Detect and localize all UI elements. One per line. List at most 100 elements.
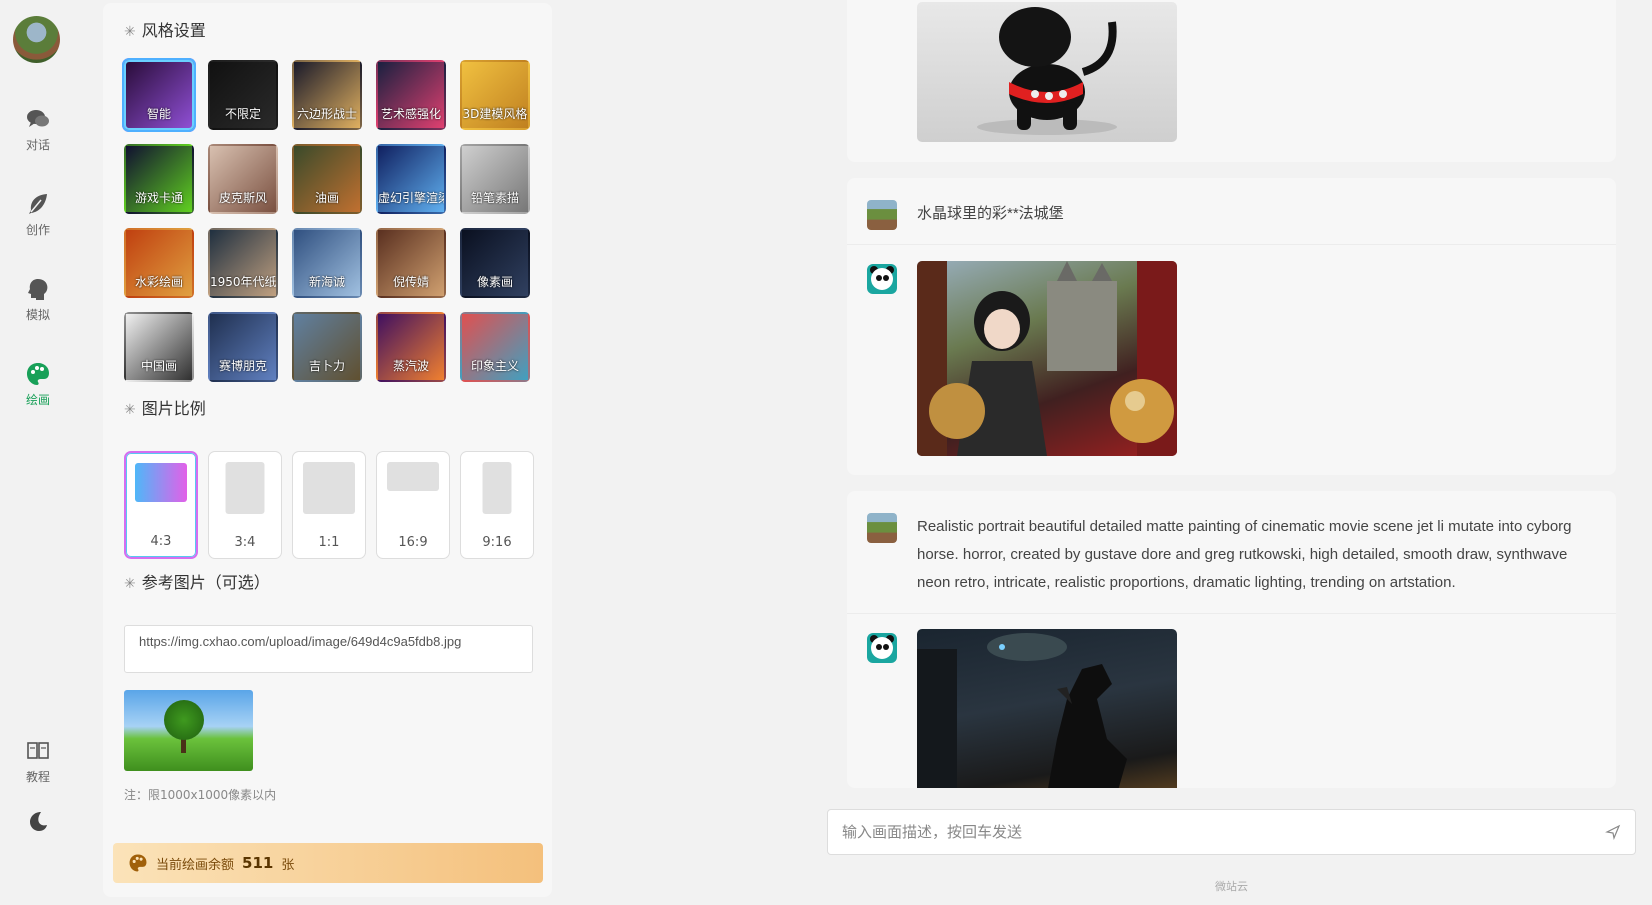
style-grid: 智能 不限定 六边形战士 艺术感强化 3D建模风格游戏卡通 皮克斯风 油画 虚幻引擎渲染 铅笔素…: [124, 60, 544, 382]
balance-unit: 张: [281, 857, 295, 873]
style-option-label: 像素画: [476, 275, 513, 289]
theme-toggle[interactable]: [0, 808, 76, 838]
asterisk-icon: ✳: [124, 402, 136, 418]
balance-label: 当前绘画余额: [156, 857, 235, 873]
nav-item-create[interactable]: 创作: [0, 191, 76, 238]
style-option[interactable]: 像素画: [460, 228, 530, 298]
style-option-label: 新海诚: [308, 275, 345, 289]
side-nav: 对话 创作 模拟 绘画 教程: [0, 0, 76, 905]
style-option-label: 3D建模风格: [462, 107, 528, 121]
style-option[interactable]: 智能: [124, 60, 194, 130]
ratio-label: 1:1: [318, 535, 340, 550]
ratio-option-16-9[interactable]: 16:9: [376, 451, 450, 559]
footer-brand: 微站云: [1215, 880, 1248, 893]
ratio-shape: [482, 462, 512, 514]
nav-item-tutorial[interactable]: 教程: [0, 738, 76, 785]
asterisk-icon: ✳: [124, 24, 136, 40]
nav-item-simulate[interactable]: 模拟: [0, 276, 76, 323]
style-option[interactable]: 虚幻引擎渲染: [376, 144, 446, 214]
book-icon: [27, 742, 49, 759]
head-icon: [28, 279, 48, 300]
balance-bar: 当前绘画余额 511 张: [113, 843, 543, 883]
bot-avatar: [867, 633, 897, 663]
ratio-shape: [387, 462, 439, 491]
style-option[interactable]: 吉卜力: [292, 312, 362, 382]
style-option-label: 游戏卡通: [134, 191, 183, 205]
style-option-label: 智能: [146, 107, 171, 121]
nav-item-draw[interactable]: 绘画: [0, 361, 76, 408]
user-message: 水晶球里的彩**法城堡: [917, 205, 1064, 222]
style-option-label: 水彩绘画: [134, 275, 183, 289]
style-option[interactable]: 铅笔素描: [460, 144, 530, 214]
style-option[interactable]: 1950年代纸艺: [208, 228, 278, 298]
feather-icon: [29, 194, 47, 214]
nav-item-chat[interactable]: 对话: [0, 106, 76, 153]
generated-image[interactable]: [917, 2, 1177, 142]
style-option[interactable]: 印象主义: [460, 312, 530, 382]
cyborg-horse-image: [917, 633, 1127, 788]
style-option[interactable]: 游戏卡通: [124, 144, 194, 214]
bot-avatar: [867, 264, 897, 294]
ratio-option-3-4[interactable]: 3:4: [208, 451, 282, 559]
style-option-label: 印象主义: [470, 359, 519, 373]
generated-image[interactable]: [917, 261, 1177, 456]
style-option-label: 蒸汽波: [392, 359, 429, 373]
divider: [847, 613, 1616, 614]
style-option[interactable]: 新海诚: [292, 228, 362, 298]
size-note: 注：限1000x1000像素以内: [124, 788, 277, 802]
avatar[interactable]: [13, 16, 60, 63]
chat-card: 水晶球里的彩**法城堡: [847, 178, 1616, 475]
ratio-shape: [303, 462, 355, 514]
divider: [847, 244, 1616, 245]
ratio-label: 3:4: [234, 535, 256, 550]
reference-url-field[interactable]: https://img.cxhao.com/upload/image/649d4…: [124, 625, 533, 673]
user-avatar: [867, 513, 897, 543]
style-option[interactable]: 中国画: [124, 312, 194, 382]
style-option[interactable]: 水彩绘画: [124, 228, 194, 298]
style-option-label: 油画: [314, 191, 339, 205]
style-option[interactable]: 六边形战士: [292, 60, 362, 130]
ratio-label: 16:9: [398, 535, 428, 550]
style-option-label: 六边形战士: [296, 107, 357, 121]
nav-item-label: 模拟: [25, 308, 50, 322]
ratio-label: 9:16: [482, 535, 512, 550]
style-option-label: 倪传婧: [392, 275, 429, 289]
thumbnail-tree: [164, 700, 204, 740]
style-option[interactable]: 艺术感强化: [376, 60, 446, 130]
style-option-label: 铅笔素描: [470, 191, 519, 205]
reference-image-thumbnail[interactable]: [124, 690, 253, 771]
style-option[interactable]: 3D建模风格: [460, 60, 530, 130]
asterisk-icon: ✳: [124, 576, 136, 592]
style-section-title: ✳ 风格设置: [124, 21, 206, 40]
style-option-label: 皮克斯风: [218, 191, 267, 205]
ratio-section-title: ✳ 图片比例: [124, 399, 206, 418]
nav-item-label: 对话: [25, 138, 50, 152]
generated-image[interactable]: [917, 629, 1177, 788]
send-icon[interactable]: [1605, 824, 1621, 840]
nav-item-label: 绘画: [25, 393, 50, 407]
ratio-option-4-3[interactable]: 4:3: [124, 451, 198, 559]
style-option[interactable]: 赛博朋克: [208, 312, 278, 382]
balance-count: 511: [242, 854, 274, 872]
prompt-composer: [827, 809, 1636, 855]
reference-section-title: ✳ 参考图片（可选）: [124, 573, 270, 592]
chat-card: [847, 0, 1616, 162]
settings-panel: ✳ 风格设置 智能 不限定 六边形战士 艺术感强化 3D建模风格游戏卡通 皮克斯风 油画 虚幻引…: [103, 3, 552, 897]
style-option[interactable]: 倪传婧: [376, 228, 446, 298]
ratio-option-1-1[interactable]: 1:1: [292, 451, 366, 559]
style-option-label: 艺术感强化: [380, 107, 441, 121]
ratio-option-9-16[interactable]: 9:16: [460, 451, 534, 559]
style-option-label: 赛博朋克: [218, 359, 267, 373]
puppy-image: [977, 7, 1117, 135]
style-option[interactable]: 蒸汽波: [376, 312, 446, 382]
style-option-label: 虚幻引擎渲染: [378, 191, 444, 205]
castle-girl-image: [917, 261, 1177, 456]
style-option[interactable]: 油画: [292, 144, 362, 214]
style-option[interactable]: 不限定: [208, 60, 278, 130]
prompt-input[interactable]: [828, 810, 1568, 854]
palette-icon: [27, 363, 49, 385]
ratio-label: 4:3: [150, 534, 172, 549]
moon-icon: [30, 812, 47, 831]
style-option-label: 中国画: [140, 359, 177, 373]
style-option[interactable]: 皮克斯风: [208, 144, 278, 214]
